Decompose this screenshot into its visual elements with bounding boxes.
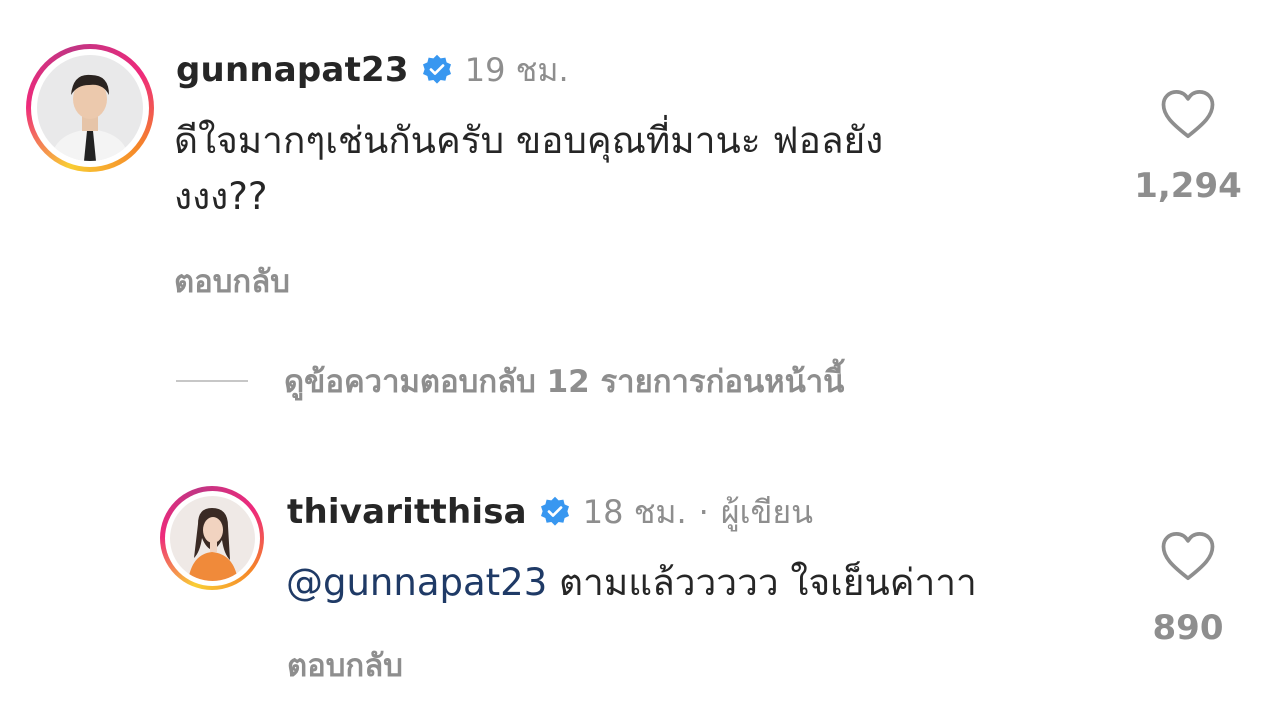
heart-icon[interactable] bbox=[1160, 530, 1216, 586]
reply-text: @gunnapat23 ตามแล้ววววว ใจเย็นค่าาา bbox=[286, 555, 977, 611]
comments-screen: gunnapat23 19 ชม. ดีใจมากๆเช่นกันครับ ขอ… bbox=[0, 0, 1280, 721]
comment-avatar[interactable] bbox=[26, 44, 154, 172]
reply-timestamp: 18 ชม. bbox=[582, 492, 687, 531]
view-previous-replies-button[interactable]: ดูข้อความตอบกลับ 12 รายการก่อนหน้านี้ bbox=[176, 356, 844, 406]
verified-badge-icon bbox=[421, 54, 453, 86]
reply-like-count: 890 bbox=[1152, 608, 1224, 648]
heart-icon[interactable] bbox=[1160, 88, 1216, 144]
view-replies-label: ดูข้อความตอบกลับ 12 รายการก่อนหน้านี้ bbox=[284, 364, 845, 400]
mention-link[interactable]: @gunnapat23 bbox=[286, 561, 547, 604]
comment-text-line2: งงง?? bbox=[174, 175, 268, 218]
reply-text-body: ตามแล้ววววว ใจเย็นค่าาา bbox=[547, 561, 977, 604]
comment-timestamp: 19 ชม. bbox=[464, 50, 569, 89]
reply-button[interactable]: ตอบกลับ bbox=[287, 640, 403, 690]
reply-username[interactable]: thivaritthisa bbox=[287, 492, 527, 532]
comment-username[interactable]: gunnapat23 bbox=[176, 50, 409, 90]
person-avatar-icon bbox=[169, 495, 255, 581]
comment-like-count: 1,294 bbox=[1134, 166, 1242, 206]
comment-text: ดีใจมากๆเช่นกันครับ ขอบคุณที่มานะ ฟอลยัง… bbox=[174, 113, 883, 225]
comment-text-line1: ดีใจมากๆเช่นกันครับ ขอบคุณที่มานะ ฟอลยัง bbox=[174, 119, 884, 162]
author-badge: ผู้เขียน bbox=[720, 492, 814, 531]
divider-line bbox=[176, 380, 248, 382]
comment-header: gunnapat23 19 ชม. bbox=[176, 48, 569, 92]
reply-like-column: 890 bbox=[1128, 530, 1248, 648]
comment-like-column: 1,294 bbox=[1128, 88, 1248, 206]
meta-separator: · bbox=[698, 493, 709, 531]
reply-button[interactable]: ตอบกลับ bbox=[174, 256, 290, 306]
person-avatar-icon bbox=[37, 55, 143, 161]
reply-header: thivaritthisa 18 ชม. · ผู้เขียน bbox=[287, 490, 813, 534]
verified-badge-icon bbox=[539, 496, 571, 528]
reply-avatar[interactable] bbox=[160, 486, 264, 590]
